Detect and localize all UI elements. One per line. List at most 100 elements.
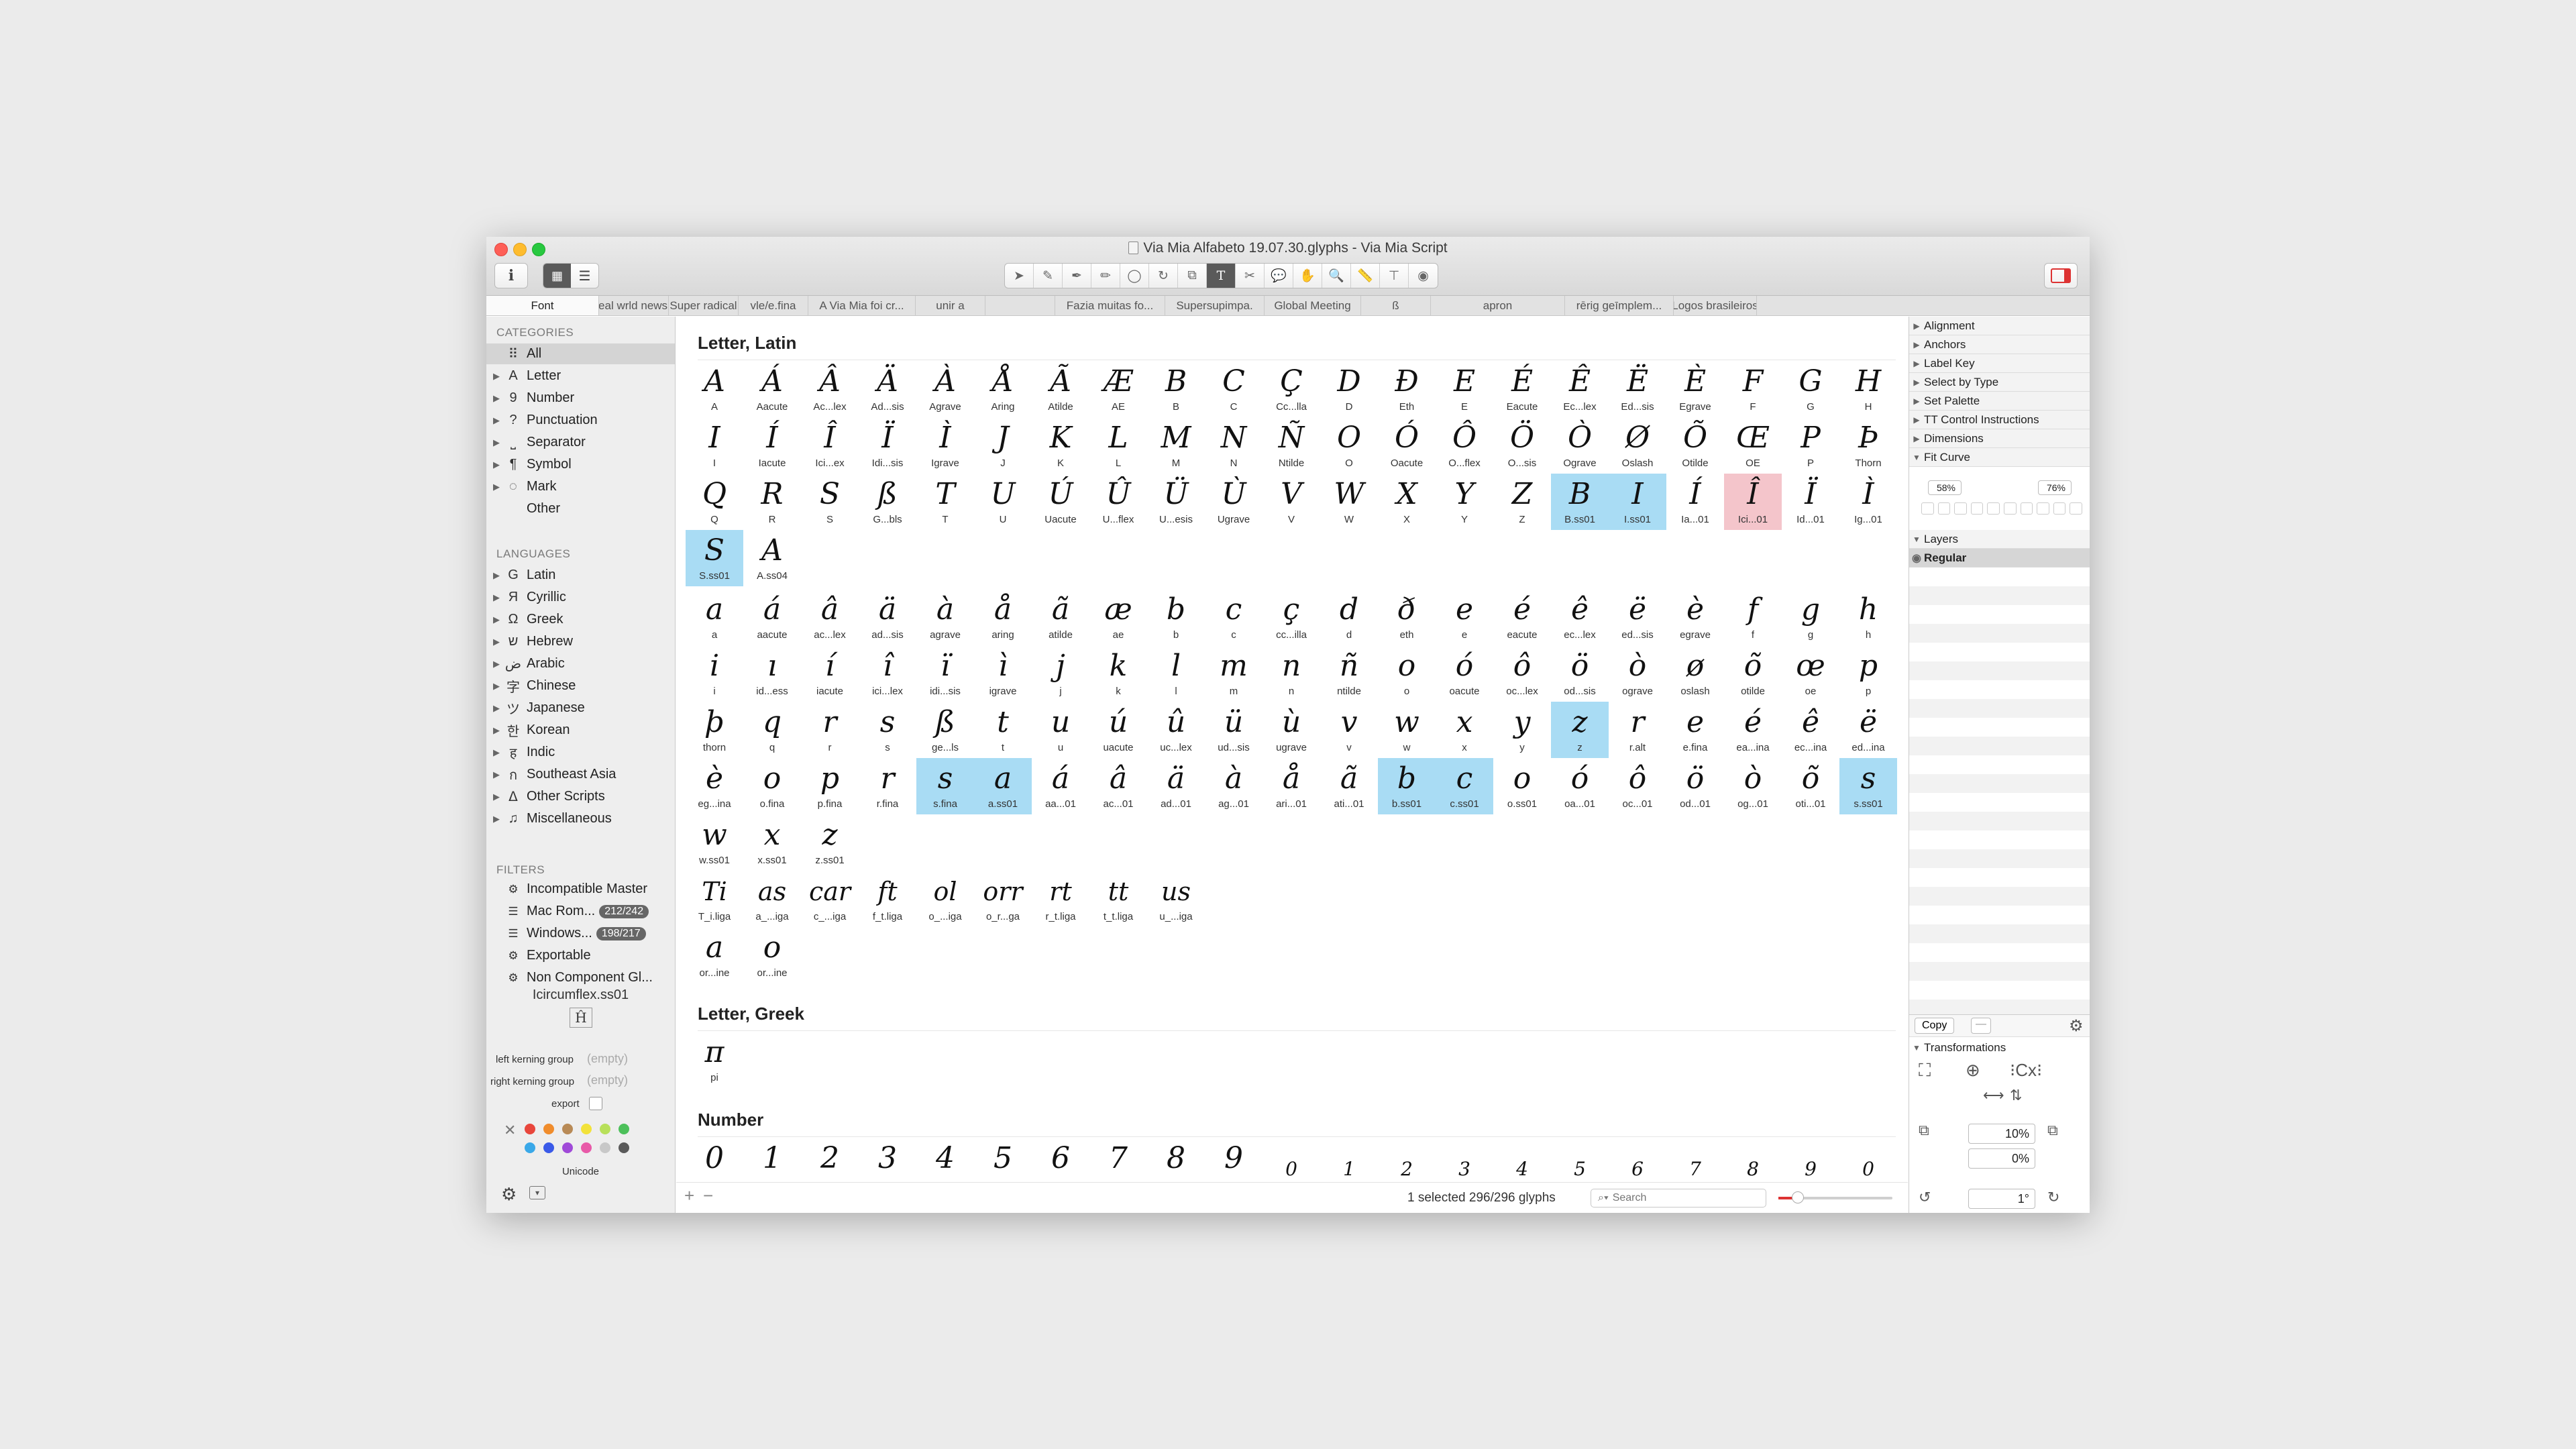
preview-tool-icon[interactable]: ◉ — [1409, 264, 1438, 288]
glyph-cell[interactable]: ñ ntilde — [1320, 645, 1378, 702]
rotate-field[interactable]: 1° — [1968, 1189, 2035, 1209]
language-southeast-asia[interactable]: ▶ ก Southeast Asia — [486, 764, 675, 785]
glyph-cell[interactable]: Ó Oacute — [1378, 417, 1436, 474]
zoom-tool-icon[interactable]: 🔍 — [1322, 264, 1351, 288]
text-tool-icon[interactable]: T — [1207, 264, 1236, 288]
filter-0[interactable]: ⚙ Incompatible Master — [486, 879, 675, 900]
export-checkbox[interactable] — [589, 1097, 602, 1110]
remove-glyph-button[interactable]: − — [703, 1185, 713, 1206]
glyph-cell[interactable]: Ù Ugrave — [1205, 474, 1263, 530]
palette-alignment[interactable]: ▶ Alignment — [1909, 317, 2090, 335]
glyph-cell[interactable]: Õ Otilde — [1666, 417, 1724, 474]
glyph-cell[interactable]: S S.ss01 — [686, 530, 743, 586]
glyph-cell[interactable]: ä ad...01 — [1147, 758, 1205, 814]
glyph-cell[interactable]: ol o_...iga — [916, 871, 974, 927]
glyph-cell[interactable]: ã atilde — [1032, 589, 1089, 645]
glyph-cell[interactable]: s s.ss01 — [1839, 758, 1897, 814]
glyph-cell[interactable]: mm — [1205, 645, 1263, 702]
glyph-cell[interactable]: À Agrave — [916, 361, 974, 417]
glyph-cell[interactable]: Ç Cc...lla — [1263, 361, 1320, 417]
glyph-cell[interactable]: Û U...flex — [1089, 474, 1147, 530]
language-cyrillic[interactable]: ▶ Я Cyrillic — [486, 587, 675, 608]
glyph-cell[interactable]: zz — [1551, 702, 1609, 758]
glyph-cell[interactable]: ß G...bls — [859, 474, 916, 530]
glyph-cell[interactable]: ó oacute — [1436, 645, 1493, 702]
glyph-cell[interactable]: XX — [1378, 474, 1436, 530]
glyph-cell[interactable]: Ê Ec...lex — [1551, 361, 1609, 417]
glyph-cell[interactable]: EE — [1436, 361, 1493, 417]
palette-select-by-type[interactable]: ▶ Select by Type — [1909, 373, 2090, 392]
fit-preset-button[interactable] — [1954, 502, 1967, 515]
disclosure-icon[interactable]: ▶ — [493, 659, 504, 669]
info-button[interactable]: i — [494, 263, 528, 288]
category-number[interactable]: ▶ 9 Number — [486, 388, 675, 409]
glyph-cell[interactable]: ì igrave — [974, 645, 1032, 702]
language-chinese[interactable]: ▶ 字 Chinese — [486, 676, 675, 696]
pencil-tool-icon[interactable]: ✏ — [1091, 264, 1120, 288]
glyph-cell[interactable]: tt t_t.liga — [1089, 871, 1147, 927]
fit-preset-button[interactable] — [1937, 502, 1951, 515]
tab-10[interactable]: ß — [1361, 296, 1431, 315]
color-swatch[interactable] — [600, 1124, 610, 1134]
glyph-cell[interactable]: ï idi...sis — [916, 645, 974, 702]
scale-tool-icon[interactable]: ⧉ — [1178, 264, 1207, 288]
color-swatch[interactable] — [581, 1142, 592, 1153]
glyph-cell[interactable]: Ì Ig...01 — [1839, 474, 1897, 530]
glyph-cell[interactable]: r r.fina — [859, 758, 916, 814]
glyph-cell[interactable]: ê ec...ina — [1782, 702, 1839, 758]
glyph-cell[interactable]: a or...ine — [686, 927, 743, 983]
glyph-cell[interactable]: ð eth — [1378, 589, 1436, 645]
tab-11[interactable]: apron — [1431, 296, 1565, 315]
glyph-cell[interactable]: Í Iacute — [743, 417, 801, 474]
palette-anchors[interactable]: ▶ Anchors — [1909, 335, 2090, 354]
select-tool-icon[interactable]: ➤ — [1005, 264, 1034, 288]
disclosure-icon[interactable]: ▶ — [493, 814, 504, 824]
category-separator[interactable]: ▶ ⎵ Separator — [486, 432, 675, 453]
palette-tt-control-instructions[interactable]: ▶ TT Control Instructions — [1909, 411, 2090, 429]
knife-tool-icon[interactable]: ✂ — [1236, 264, 1265, 288]
disclosure-icon[interactable]: ▶ — [493, 681, 504, 692]
fit-preset-button[interactable] — [2070, 502, 2082, 515]
glyph-cell[interactable]: π pi — [686, 1032, 743, 1088]
glyph-cell[interactable]: RR — [743, 474, 801, 530]
glyph-cell[interactable]: WW — [1320, 474, 1378, 530]
tab-0[interactable]: Font — [486, 296, 599, 315]
glyph-cell[interactable]: VV — [1263, 474, 1320, 530]
glyph-cell[interactable]: o or...ine — [743, 927, 801, 983]
glyph-cell[interactable]: OO — [1320, 417, 1378, 474]
rotate-cw-icon[interactable]: ↻ — [2047, 1189, 2059, 1206]
glyph-cell[interactable]: é eacute — [1493, 589, 1551, 645]
color-swatch[interactable] — [562, 1142, 573, 1153]
glyph-cell[interactable]: aa — [686, 589, 743, 645]
filter-1[interactable]: ☰ Mac Rom... 212/242 — [486, 901, 675, 922]
glyph-cell[interactable]: Ú Uacute — [1032, 474, 1089, 530]
glyph-cell[interactable]: Ò Ograve — [1551, 417, 1609, 474]
glyph-cell[interactable]: s s.fina — [916, 758, 974, 814]
language-hebrew[interactable]: ▶ ש Hebrew — [486, 631, 675, 652]
disclosure-icon[interactable]: ▶ — [493, 703, 504, 714]
disclosure-icon[interactable]: ▶ — [493, 570, 504, 581]
color-swatch[interactable] — [562, 1124, 573, 1134]
color-swatch[interactable] — [525, 1142, 535, 1153]
color-swatch[interactable] — [543, 1124, 554, 1134]
right-kerning-value[interactable]: (empty) — [587, 1073, 628, 1087]
glyph-cell[interactable]: YY — [1436, 474, 1493, 530]
glyph-cell[interactable]: e e.fina — [1666, 702, 1724, 758]
glyph-cell[interactable]: ss — [859, 702, 916, 758]
filter-4[interactable]: ⚙ Non Component Gl... — [486, 967, 675, 988]
remove-layer-button[interactable]: — — [1971, 1018, 1991, 1034]
disclosure-icon[interactable]: ▶ — [493, 415, 504, 426]
zoom-slider[interactable] — [1778, 1191, 1892, 1203]
glyph-cell[interactable]: ww — [1378, 702, 1436, 758]
language-arabic[interactable]: ▶ ض Arabic — [486, 653, 675, 674]
tab-1[interactable]: Real wrld news... — [599, 296, 669, 315]
fit-preset-button[interactable] — [1987, 502, 2000, 515]
glyph-cell[interactable]: UU — [974, 474, 1032, 530]
glyph-cell[interactable]: ø oslash — [1666, 645, 1724, 702]
glyph-cell[interactable]: pp — [1839, 645, 1897, 702]
glyph-cell[interactable]: í iacute — [801, 645, 859, 702]
glyph-cell[interactable]: Î Ici...01 — [1724, 474, 1782, 530]
glyph-cell[interactable]: Ì Igrave — [916, 417, 974, 474]
filter-3[interactable]: ⚙ Exportable — [486, 945, 675, 966]
glyph-cell[interactable]: Œ OE — [1724, 417, 1782, 474]
